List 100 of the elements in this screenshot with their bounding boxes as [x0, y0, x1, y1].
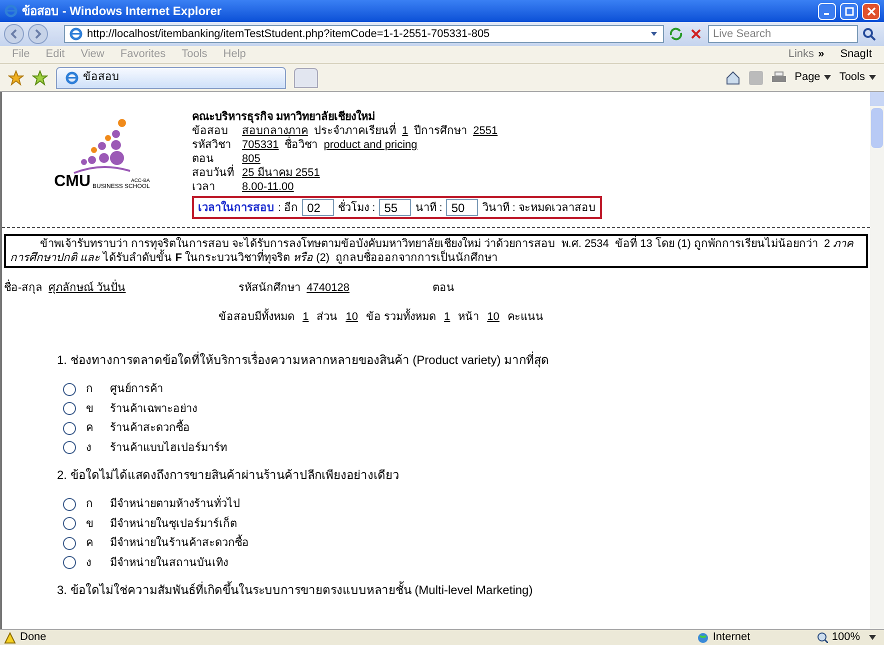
faculty-title: คณะบริหารธุรกิจ มหาวิทยาลัยเชียงใหม่: [192, 110, 376, 124]
field-label: ชื่อวิชา: [284, 138, 318, 152]
add-star-icon[interactable]: [32, 70, 48, 86]
window-title: ข้อสอบ - Windows Internet Explorer: [22, 3, 223, 20]
field-value: 705331: [242, 138, 279, 152]
globe-icon: [696, 632, 709, 644]
option-text: มีจำหน่ายตามห้างร้านทั่วไป: [110, 496, 240, 512]
caret-icon[interactable]: [824, 75, 832, 80]
field-label: ปีการศึกษา: [414, 124, 468, 138]
field-label: สอบวันที่: [192, 166, 236, 180]
field-value: 805: [242, 152, 260, 166]
summary-label: ส่วน: [316, 310, 338, 324]
maximize-button[interactable]: [840, 2, 858, 20]
radio-button[interactable]: [63, 517, 76, 530]
summary-label: ข้อสอบมีทั้งหมด: [218, 308, 295, 324]
summary-value: 1: [302, 310, 310, 324]
browser-tab[interactable]: ข้อสอบ: [56, 66, 286, 88]
status-text: Done: [20, 630, 48, 645]
links-label[interactable]: Links: [788, 46, 814, 63]
radio-button[interactable]: [63, 382, 76, 396]
option-text: ร้านค้าสะดวกซื้อ: [110, 420, 190, 436]
option-text: มีจำหน่ายในซุเปอร์มาร์เก็ต: [110, 516, 237, 532]
home-icon[interactable]: [724, 70, 741, 86]
warning-icon: [4, 632, 16, 644]
address-field[interactable]: http://localhost/itembanking/itemTestStudent.php?itemCode=1-1-2551-705331-805: [64, 25, 664, 43]
star-icon[interactable]: [8, 70, 24, 86]
close-button[interactable]: [862, 2, 880, 20]
chevron-text[interactable]: »: [818, 46, 824, 63]
summary-label: คะแนน: [507, 310, 544, 324]
section-label: ตอน: [432, 281, 455, 296]
field-value: 8.00-11.00: [242, 180, 294, 194]
time-field[interactable]: 02: [302, 199, 334, 216]
back-button[interactable]: [4, 24, 24, 44]
field-label: ข้อสอบ: [192, 124, 229, 138]
question-text: 1. ช่องทางการตลาดข้อใดที่ให้บริการเรื่องความหลากหลายของสินค้า (Product variety) มากที่สุด: [57, 351, 550, 369]
option-text: ร้านค้าเฉพาะอย่าง: [110, 402, 197, 416]
field-value: 2551: [473, 124, 498, 138]
caret-icon[interactable]: [869, 75, 876, 80]
option-text: ศูนย์การค้า: [110, 382, 163, 397]
zoom-button[interactable]: 100%: [832, 629, 860, 645]
timer-text: นาที :: [415, 200, 442, 214]
timer-text: : อีก: [278, 200, 298, 214]
student-id: 4740128: [306, 281, 350, 296]
timer-text: ชั่วโมง :: [338, 200, 376, 214]
scroll-bar[interactable]: [870, 92, 884, 629]
browser-logo-icon: [65, 70, 79, 84]
radio-button[interactable]: [63, 441, 76, 454]
field-value: สอบกลางภาค: [242, 124, 308, 137]
field-label: เวลา: [192, 180, 216, 194]
name-label: ชื่อ-สกุล: [4, 280, 43, 296]
option-letter: ก: [86, 497, 94, 512]
option-letter: ข: [86, 516, 95, 532]
magnifier-icon[interactable]: [816, 632, 828, 643]
caret-icon[interactable]: [868, 635, 876, 640]
option-text: มีจำหน่ายในสถานบันเทิง: [110, 555, 228, 570]
forward-button[interactable]: [28, 24, 48, 44]
option-letter: ง: [86, 440, 92, 456]
zone-text: Internet: [712, 630, 752, 645]
timer-text: วินาที : จะหมดเวลาสอบ: [482, 200, 596, 214]
minimize-button[interactable]: [818, 2, 836, 20]
browser-logo-icon: [4, 4, 18, 18]
option-text: มีจำหน่ายในร้านค้าสะดวกซื้อ: [110, 535, 249, 552]
snagit-button[interactable]: SnagIt: [840, 46, 872, 63]
summary-label: ข้อ รวมทั้งหมด: [366, 308, 436, 324]
dots-logo-icon: [72, 118, 132, 174]
student-id-label: รหัสนักศึกษา: [238, 281, 301, 296]
option-letter: ก: [86, 382, 94, 397]
close-icon[interactable]: [866, 6, 876, 16]
logo-text: CMU: [54, 174, 91, 190]
radio-button[interactable]: [63, 422, 76, 435]
option-letter: ง: [86, 556, 92, 570]
option-letter: ข: [86, 402, 95, 416]
summary-value: 10: [344, 310, 359, 324]
field-label: ประจำภาคเรียนที่: [314, 124, 396, 138]
field-value: 25 มีนาคม 2551: [242, 166, 320, 180]
option-text: ร้านค้าแบบไฮเปอร์มาร์ท: [110, 440, 227, 456]
timer-label: เวลาในการสอบ: [198, 200, 274, 214]
summary-value: 1: [443, 310, 452, 324]
option-letter: ค: [86, 536, 94, 551]
command-button[interactable]: Tools: [839, 69, 865, 86]
question-text: 3. ข้อใดไม่ใช่ความสัมพันธ์ที่เกิดขึ้นในระบบการขายตรงแบบหลายชั้น (Multi-level Marketing): [57, 581, 534, 599]
radio-button[interactable]: [63, 498, 76, 511]
search-icon[interactable]: [862, 27, 876, 41]
search-field[interactable]: Live Search: [708, 25, 858, 43]
option-letter: ค: [86, 421, 94, 436]
notice-box: ข้าพเจ้ารับทราบว่า การทุจริตในการสอบ จะได้รับการลงโทษตามข้อบังคับมหาวิทยาลัยเชียงใหม่ ว่าด้วยการสอบ พ.ศ. 2534 ข้อที่ 13 โดย (1) ถูกพักการเรียนไม่น้อยกว่า 2 ภาคการศึกษาปกติ และ ได้รับลำดับขั้น F ในกระบวนวิชาที่ทุจริต หรือ (2) ถูกลบชื่อออกจากการเป็นนักศึกษา: [4, 234, 868, 268]
maximize-icon[interactable]: [844, 6, 854, 16]
refresh-icon[interactable]: [668, 26, 684, 42]
field-value: product and pricing: [324, 138, 418, 152]
radio-button[interactable]: [63, 556, 76, 570]
field-label: รหัสวิชา: [192, 138, 232, 152]
print-icon[interactable]: [770, 70, 787, 84]
question-text: 2. ข้อใดไม่ได้แสดงถึงการขายสินค้าผ่านร้านค้าปลีกเพียงอย่างเดียว: [57, 467, 400, 484]
time-field[interactable]: 55: [379, 199, 412, 216]
browser-logo-icon: [69, 27, 83, 41]
radio-button[interactable]: [63, 402, 76, 416]
command-button[interactable]: Page: [794, 69, 820, 86]
time-field[interactable]: 50: [446, 199, 478, 216]
radio-button[interactable]: [63, 536, 76, 550]
field-value: 1: [402, 124, 408, 138]
